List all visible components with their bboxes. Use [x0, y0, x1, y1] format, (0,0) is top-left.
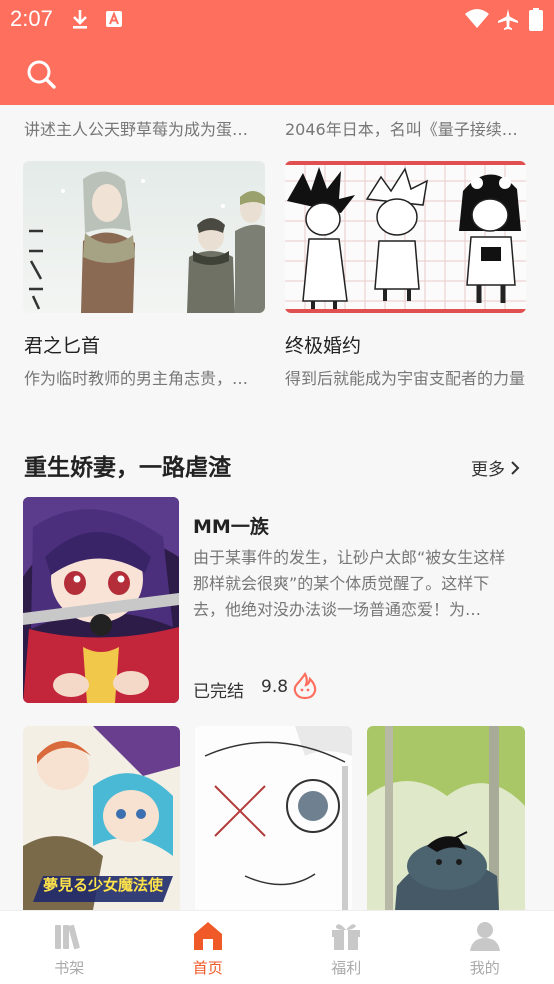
bookshelf-icon [55, 924, 81, 950]
tab-welfare[interactable]: 福利 [277, 911, 416, 984]
book-cover-forest-crow[interactable] [367, 726, 525, 910]
tab-label: 福利 [331, 959, 362, 977]
gift-icon [332, 924, 361, 950]
tab-label: 书架 [54, 959, 85, 977]
featured-book-title[interactable]: MM一族 [193, 512, 269, 539]
book-cover-magic-girl[interactable]: 夢見る少女魔法使 [23, 726, 180, 910]
book-cover-jun-zhi-bishou[interactable] [23, 161, 265, 313]
cover-caption: 夢見る少女魔法使 [43, 876, 164, 894]
book-title[interactable]: 终极婚约 [285, 331, 361, 358]
book-desc: 得到后就能成为宇宙支配者的力量 [285, 369, 525, 388]
home-icon [193, 922, 222, 950]
tab-label: 我的 [469, 959, 500, 977]
more-button[interactable]: 更多 [471, 455, 521, 480]
profile-icon [469, 922, 500, 951]
more-label: 更多 [471, 460, 505, 480]
home-feed[interactable]: 讲述主人公天野草莓为成为蛋糕师的故事 2046年日本，名叫《量子接续》的游戏 [0, 105, 554, 910]
bottom-tab-bar: 书架 首页 福利 我的 [0, 910, 554, 984]
featured-book-desc: 由于某事件的发生，让砂户太郎“被女生这样那样就会很爽”的某个体质觉醒了。这样下去… [193, 548, 506, 619]
tab-profile[interactable]: 我的 [416, 911, 554, 984]
tab-home[interactable]: 首页 [139, 911, 278, 984]
featured-book-cover[interactable] [23, 497, 179, 703]
book-desc: 2046年日本，名叫《量子接续》的游戏 [285, 120, 525, 139]
book-cover-zhongji-hunyue[interactable] [285, 161, 526, 313]
tab-label: 首页 [192, 959, 223, 977]
app-notification-icon [106, 11, 122, 27]
search-icon [27, 60, 56, 89]
status-time: 2:07 [10, 6, 53, 31]
tab-bookshelf[interactable]: 书架 [0, 911, 139, 984]
featured-book-status: 已完结 [193, 682, 244, 702]
book-cover-doodle-face[interactable] [195, 726, 352, 910]
book-title[interactable]: 君之匕首 [24, 331, 100, 358]
featured-book-score: 9.8 [261, 677, 289, 697]
book-desc: 作为临时教师的男主角志贵，来到学校后 [24, 369, 264, 388]
wifi-icon [465, 9, 489, 28]
chevron-right-icon [511, 460, 520, 475]
search-button[interactable] [22, 56, 62, 96]
section-title: 重生娇妻，一路虐渣 [24, 455, 231, 481]
flame-rating-icon [293, 672, 317, 700]
airplane-mode-icon [498, 9, 518, 30]
battery-icon [529, 8, 543, 31]
status-bar: 2:07 [0, 0, 554, 40]
book-desc: 讲述主人公天野草莓为成为蛋糕师的故事 [24, 120, 264, 139]
app-header: 2:07 [0, 0, 554, 105]
download-icon [73, 10, 87, 29]
